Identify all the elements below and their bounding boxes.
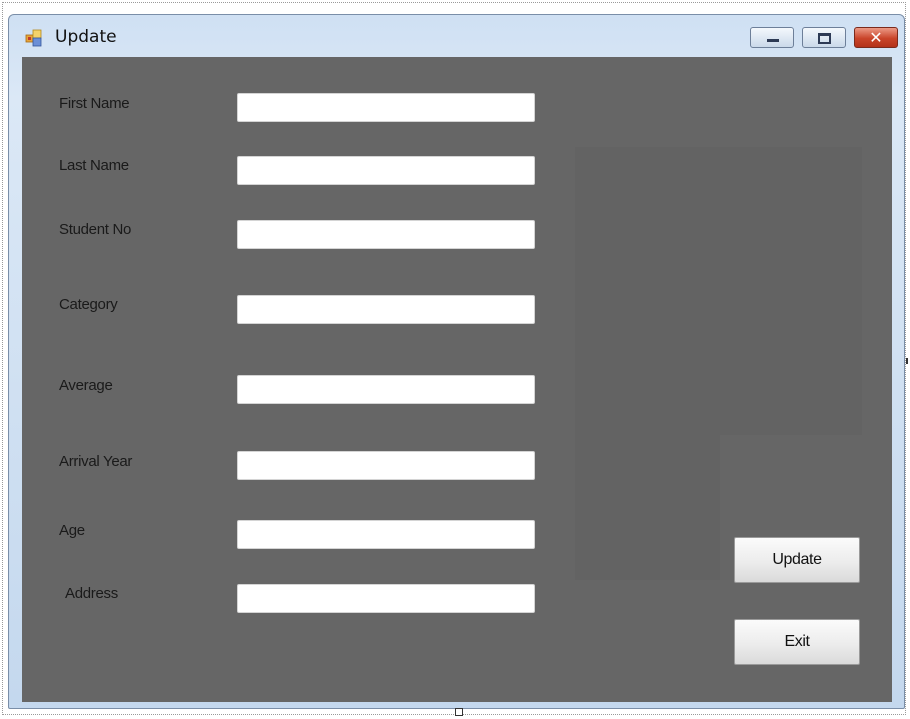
- window-title: Update: [55, 27, 117, 47]
- last-name-field[interactable]: [237, 156, 535, 185]
- windows-app-icon: [25, 29, 42, 47]
- maximize-button[interactable]: [802, 27, 846, 48]
- panel-area: [575, 147, 862, 435]
- panel-area-lower: [575, 435, 720, 580]
- arrival-year-field[interactable]: [237, 451, 535, 480]
- student-no-label: Student No: [59, 221, 132, 238]
- form-client-area: First Name Last Name Student No Category…: [22, 57, 892, 702]
- maximize-icon: [818, 33, 831, 44]
- update-window: Update ✕ First Name Last Name Student No…: [8, 14, 905, 709]
- update-button[interactable]: Update: [734, 537, 860, 583]
- age-field[interactable]: [237, 520, 535, 549]
- close-icon: ✕: [869, 28, 883, 47]
- category-label: Category: [59, 296, 118, 313]
- age-label: Age: [59, 522, 85, 539]
- title-bar[interactable]: Update ✕: [9, 15, 904, 57]
- average-label: Average: [59, 377, 113, 394]
- side-resize-mark: [906, 358, 908, 364]
- first-name-label: First Name: [59, 95, 130, 112]
- address-field[interactable]: [237, 584, 535, 613]
- arrival-year-label: Arrival Year: [59, 453, 133, 470]
- close-button[interactable]: ✕: [854, 27, 898, 48]
- first-name-field[interactable]: [237, 93, 535, 122]
- category-field[interactable]: [237, 295, 535, 324]
- average-field[interactable]: [237, 375, 535, 404]
- resize-handle[interactable]: [455, 708, 463, 716]
- exit-button[interactable]: Exit: [734, 619, 860, 665]
- last-name-label: Last Name: [59, 157, 129, 174]
- minimize-icon: [767, 39, 779, 42]
- student-no-field[interactable]: [237, 220, 535, 249]
- minimize-button[interactable]: [750, 27, 794, 48]
- address-label: Address: [65, 585, 118, 602]
